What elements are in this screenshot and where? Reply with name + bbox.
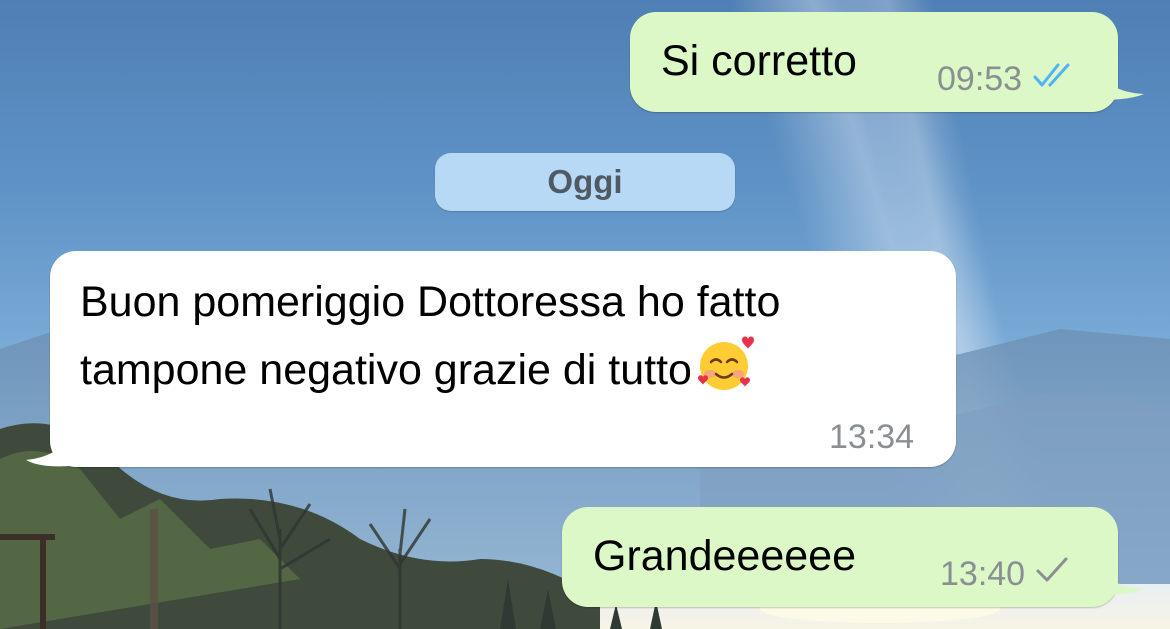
message-text: Si corretto <box>661 37 857 85</box>
message-text: tampone negativo grazie di tutto <box>80 346 692 394</box>
double-check-icon <box>1032 60 1078 99</box>
message-text: Grandeeeeee <box>593 532 856 580</box>
incoming-message[interactable]: Buon pomeriggio Dottoressa ho fatto tamp… <box>50 251 956 467</box>
date-separator: Oggi <box>435 153 735 211</box>
bubble-tail <box>1100 565 1144 595</box>
bubble-tail <box>1100 70 1144 100</box>
message-time: 13:40 <box>940 555 1026 593</box>
outgoing-message[interactable]: Si corretto 09:53 <box>630 12 1118 112</box>
outgoing-message[interactable]: Grandeeeeee 13:40 <box>562 507 1118 607</box>
single-check-icon <box>1035 555 1071 594</box>
message-text-line-2: tampone negativo grazie di tutto <box>80 334 756 410</box>
bubble-tail <box>26 432 70 467</box>
message-meta: 13:40 <box>940 555 1071 594</box>
message-meta: 13:34 <box>829 418 914 457</box>
message-meta: 09:53 <box>937 60 1078 99</box>
smiling-face-with-hearts-icon <box>694 334 756 410</box>
message-time: 09:53 <box>937 60 1023 98</box>
message-time: 13:34 <box>829 418 915 456</box>
message-text-line-1: Buon pomeriggio Dottoressa ho fatto <box>80 278 781 326</box>
